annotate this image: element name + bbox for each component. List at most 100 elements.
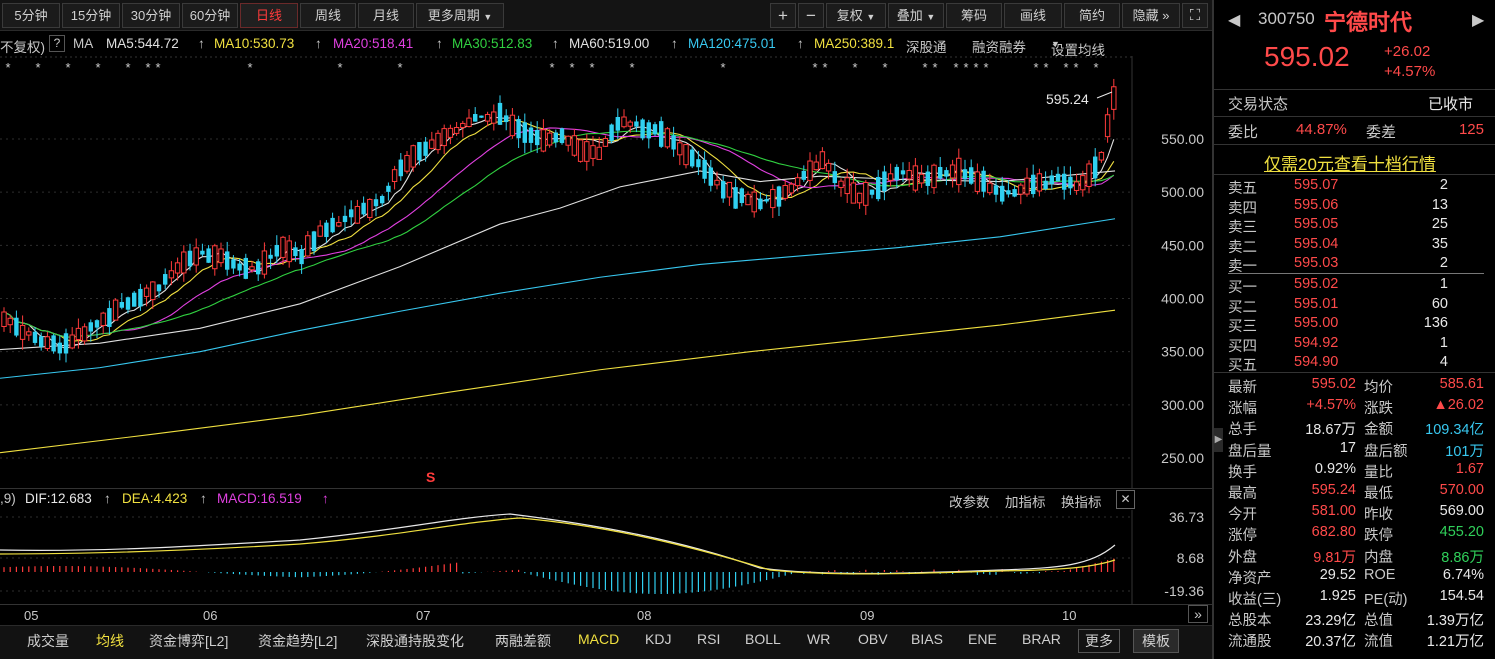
candle-body-down	[869, 189, 875, 195]
promo-link[interactable]: 仅需20元查看十档行情	[1264, 150, 1436, 175]
shenkutong-button[interactable]: 深股通	[906, 36, 947, 56]
double-chevron-right-icon[interactable]: »	[1188, 605, 1208, 623]
tab-boll[interactable]: BOLL	[745, 631, 781, 647]
stat-label: 收益(三)	[1228, 592, 1282, 608]
candle-body-down	[473, 114, 478, 122]
event-star-icon[interactable]: *	[1093, 60, 1098, 75]
tab-margin-diff[interactable]: 两融差额	[495, 631, 551, 651]
candle-body-down	[274, 244, 279, 257]
event-star-icon[interactable]: *	[882, 60, 887, 75]
period-weekly[interactable]: 周线	[300, 3, 356, 28]
event-star-icon[interactable]: *	[1063, 60, 1068, 75]
event-star-icon[interactable]: *	[5, 60, 10, 75]
tab-capital-trend[interactable]: 资金趋势[L2]	[258, 631, 337, 651]
macd-chart[interactable]: 36.73 8.68 -19.36	[0, 510, 1212, 604]
event-star-icon[interactable]: *	[932, 60, 937, 75]
event-star-icon[interactable]: *	[720, 60, 725, 75]
event-markers[interactable]: * * * * * * * * * * * * * * * * * * * * * * * * * * * * * *	[5, 60, 1098, 75]
period-15min[interactable]: 15分钟	[62, 3, 120, 28]
tab-ene[interactable]: ENE	[968, 631, 997, 647]
event-star-icon[interactable]: *	[155, 60, 160, 75]
ask-row: 卖一 595.03 2	[1214, 255, 1495, 275]
event-star-icon[interactable]: *	[1033, 60, 1038, 75]
event-star-icon[interactable]: *	[549, 60, 554, 75]
tab-brar[interactable]: BRAR	[1022, 631, 1061, 647]
stat-label: 盘后额	[1364, 443, 1408, 460]
period-60min[interactable]: 60分钟	[182, 3, 238, 28]
ask-level-label: 卖一	[1228, 259, 1257, 275]
candle-body-up	[491, 111, 497, 124]
event-star-icon[interactable]: *	[852, 60, 857, 75]
event-star-icon[interactable]: *	[145, 60, 150, 75]
tab-macd[interactable]: MACD	[578, 631, 619, 647]
candle-body-up	[280, 236, 286, 258]
tab-capital-game[interactable]: 资金博弈[L2]	[149, 631, 228, 651]
tab-rsi[interactable]: RSI	[697, 631, 720, 647]
event-star-icon[interactable]: *	[65, 60, 70, 75]
draw-line-button[interactable]: 画线	[1004, 3, 1062, 28]
event-star-icon[interactable]: *	[1073, 60, 1078, 75]
sell-signal-marker[interactable]: S	[426, 469, 435, 485]
event-star-icon[interactable]: *	[337, 60, 342, 75]
tab-shenkutong-holding[interactable]: 深股通持股变化	[366, 631, 464, 651]
event-star-icon[interactable]: *	[963, 60, 968, 75]
zoom-out-button[interactable]: −	[798, 3, 824, 28]
prev-stock-icon[interactable]: ◀	[1228, 10, 1240, 30]
event-star-icon[interactable]: *	[629, 60, 634, 75]
candle-body-up	[987, 182, 993, 194]
tab-obv[interactable]: OBV	[858, 631, 888, 647]
event-star-icon[interactable]: *	[1043, 60, 1048, 75]
candle-body-up	[794, 177, 801, 187]
candle-body-up	[863, 182, 869, 206]
candle-body-down	[522, 122, 527, 143]
tab-bias[interactable]: BIAS	[911, 631, 943, 647]
stat-label: 跌停	[1364, 528, 1393, 545]
switch-indicator-button[interactable]: 换指标	[1061, 491, 1102, 511]
event-star-icon[interactable]: *	[953, 60, 958, 75]
macd-tick-label: 36.73	[1169, 510, 1204, 525]
event-star-icon[interactable]: *	[125, 60, 130, 75]
chouma-button[interactable]: 筹码	[946, 3, 1002, 28]
period-5min[interactable]: 5分钟	[2, 3, 60, 28]
event-star-icon[interactable]: *	[983, 60, 988, 75]
fuquan-dropdown[interactable]: 复权 ▼	[826, 3, 886, 28]
close-icon[interactable]: ✕	[1116, 490, 1135, 509]
period-monthly[interactable]: 月线	[358, 3, 414, 28]
simple-mode-button[interactable]: 简约	[1064, 3, 1120, 28]
candle-body-up	[1111, 86, 1117, 110]
rongzi-button[interactable]: 融资融券	[972, 36, 1026, 56]
candle-body-down	[696, 159, 701, 168]
template-button[interactable]: 模板	[1133, 629, 1179, 653]
help-icon[interactable]: ?	[49, 35, 65, 52]
more-indicators-button[interactable]: 更多	[1078, 629, 1120, 653]
event-star-icon[interactable]: *	[247, 60, 252, 75]
change-params-button[interactable]: 改参数	[949, 491, 990, 511]
event-star-icon[interactable]: *	[973, 60, 978, 75]
period-30min[interactable]: 30分钟	[122, 3, 180, 28]
event-star-icon[interactable]: *	[822, 60, 827, 75]
hide-button[interactable]: 隐藏 »	[1122, 3, 1180, 28]
tab-ma[interactable]: 均线	[96, 631, 124, 651]
event-star-icon[interactable]: *	[569, 60, 574, 75]
tab-volume[interactable]: 成交量	[27, 631, 69, 651]
period-daily[interactable]: 日线	[240, 3, 298, 28]
tab-wr[interactable]: WR	[807, 631, 830, 647]
event-star-icon[interactable]: *	[35, 60, 40, 75]
event-star-icon[interactable]: *	[812, 60, 817, 75]
candlestick-chart[interactable]: * * * * * * * * * * * * * * * * * * * * * * * * * * * * * * 550.00 500…	[0, 56, 1212, 488]
event-star-icon[interactable]: *	[589, 60, 594, 75]
expand-icon[interactable]: ⛶	[1182, 3, 1208, 28]
add-indicator-button[interactable]: 加指标	[1005, 491, 1046, 511]
zoom-in-button[interactable]: +	[770, 3, 796, 28]
overlay-dropdown[interactable]: 叠加 ▼	[888, 3, 944, 28]
candle-body-down	[497, 102, 503, 125]
month-label: 08	[637, 608, 652, 623]
tab-kdj[interactable]: KDJ	[645, 631, 671, 647]
event-star-icon[interactable]: *	[922, 60, 927, 75]
event-star-icon[interactable]: *	[397, 60, 402, 75]
candle-body-up	[770, 189, 776, 209]
event-star-icon[interactable]: *	[95, 60, 100, 75]
candle-body-up	[565, 135, 571, 146]
more-period-dropdown[interactable]: 更多周期 ▼	[416, 3, 504, 28]
next-stock-icon[interactable]: ▶	[1472, 10, 1484, 30]
